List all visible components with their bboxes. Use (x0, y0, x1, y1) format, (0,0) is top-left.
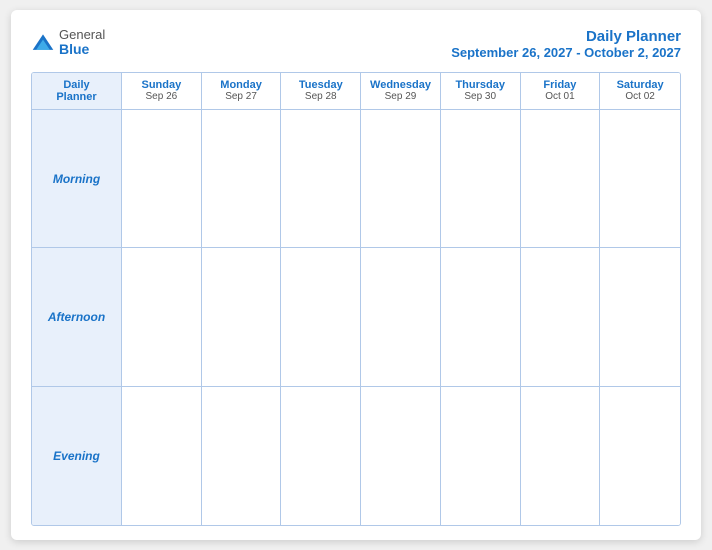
planner-title: Daily Planner (451, 28, 681, 45)
monday-date: Sep 27 (206, 91, 277, 102)
header-cell-fri: Friday Oct 01 (521, 73, 601, 110)
planner-subtitle: September 26, 2027 - October 2, 2027 (451, 45, 681, 60)
afternoon-tue[interactable] (281, 248, 361, 386)
afternoon-row: Afternoon (32, 248, 680, 386)
sunday-date: Sep 26 (126, 91, 197, 102)
morning-sun[interactable] (122, 110, 202, 248)
page: General Blue Daily Planner September 26,… (11, 10, 701, 540)
morning-label-cell: Morning (32, 110, 122, 248)
wednesday-date: Sep 29 (365, 91, 436, 102)
calendar-header-row: Daily Planner Sunday Sep 26 Monday Sep 2… (32, 73, 680, 110)
sunday-label: Sunday (126, 79, 197, 91)
evening-tue[interactable] (281, 387, 361, 525)
afternoon-label-cell: Afternoon (32, 248, 122, 386)
header-cell-sun: Sunday Sep 26 (122, 73, 202, 110)
morning-wed[interactable] (361, 110, 441, 248)
wednesday-label: Wednesday (365, 79, 436, 91)
tuesday-date: Sep 28 (285, 91, 356, 102)
morning-label: Morning (53, 172, 100, 186)
logo-blue-text: Blue (59, 42, 105, 57)
afternoon-fri[interactable] (521, 248, 601, 386)
friday-label: Friday (525, 79, 596, 91)
morning-row: Morning (32, 110, 680, 248)
afternoon-label: Afternoon (48, 310, 105, 324)
header-cell-wed: Wednesday Sep 29 (361, 73, 441, 110)
evening-label: Evening (53, 449, 100, 463)
evening-wed[interactable] (361, 387, 441, 525)
logo-area: General Blue (31, 28, 105, 58)
logo-general-text: General (59, 28, 105, 42)
saturday-date: Oct 02 (604, 91, 676, 102)
evening-mon[interactable] (202, 387, 282, 525)
calendar-body: Morning Afternoon (32, 110, 680, 525)
calendar: Daily Planner Sunday Sep 26 Monday Sep 2… (31, 72, 681, 526)
afternoon-sun[interactable] (122, 248, 202, 386)
evening-label-cell: Evening (32, 387, 122, 525)
header-cell-label: Daily Planner (32, 73, 122, 110)
evening-fri[interactable] (521, 387, 601, 525)
evening-sat[interactable] (600, 387, 680, 525)
evening-sun[interactable] (122, 387, 202, 525)
tuesday-label: Tuesday (285, 79, 356, 91)
morning-tue[interactable] (281, 110, 361, 248)
header-cell-thu: Thursday Sep 30 (441, 73, 521, 110)
header: General Blue Daily Planner September 26,… (31, 28, 681, 60)
afternoon-sat[interactable] (600, 248, 680, 386)
morning-fri[interactable] (521, 110, 601, 248)
saturday-label: Saturday (604, 79, 676, 91)
afternoon-mon[interactable] (202, 248, 282, 386)
header-cell-mon: Monday Sep 27 (202, 73, 282, 110)
afternoon-thu[interactable] (441, 248, 521, 386)
logo-icon (31, 31, 55, 55)
logo-text: General Blue (59, 28, 105, 58)
friday-date: Oct 01 (525, 91, 596, 102)
morning-mon[interactable] (202, 110, 282, 248)
evening-row: Evening (32, 387, 680, 525)
thursday-label: Thursday (445, 79, 516, 91)
header-daily: Daily (36, 79, 117, 91)
morning-thu[interactable] (441, 110, 521, 248)
header-planner: Planner (36, 91, 117, 103)
afternoon-wed[interactable] (361, 248, 441, 386)
monday-label: Monday (206, 79, 277, 91)
thursday-date: Sep 30 (445, 91, 516, 102)
morning-sat[interactable] (600, 110, 680, 248)
header-cell-sat: Saturday Oct 02 (600, 73, 680, 110)
header-cell-tue: Tuesday Sep 28 (281, 73, 361, 110)
title-area: Daily Planner September 26, 2027 - Octob… (451, 28, 681, 60)
evening-thu[interactable] (441, 387, 521, 525)
